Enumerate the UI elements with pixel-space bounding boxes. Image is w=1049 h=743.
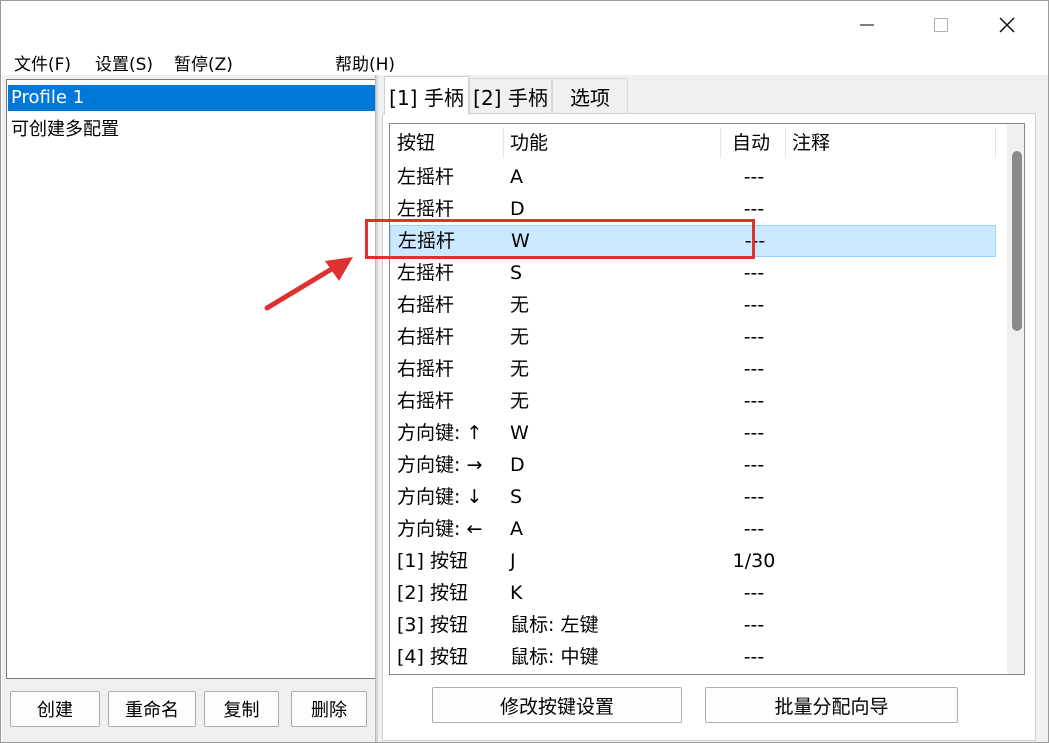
cell-function: 无 xyxy=(510,326,530,348)
cell-button: [4] 按钮 xyxy=(397,646,468,668)
cell-auto: --- xyxy=(743,390,765,412)
cell-button: [1] 按钮 xyxy=(397,550,468,572)
cell-function: J xyxy=(510,550,516,572)
cell-function: 无 xyxy=(510,390,530,412)
cell-function: A xyxy=(510,166,523,188)
batch-assign-wizard-button[interactable]: 批量分配向导 xyxy=(705,687,958,723)
cell-function: 鼠标: 中键 xyxy=(510,646,599,668)
panel-splitter[interactable] xyxy=(375,75,378,742)
annotation-highlight-box xyxy=(365,219,755,259)
cell-auto: --- xyxy=(743,326,765,348)
column-header-auto[interactable]: 自动 xyxy=(725,124,785,162)
cell-button: 方向键: ↓ xyxy=(397,486,483,508)
menu-pause[interactable]: 暂停(Z) xyxy=(174,50,233,75)
cell-function: 无 xyxy=(510,294,530,316)
table-header: 按钮 功能 自动 注释 xyxy=(390,124,996,162)
table-row[interactable]: 方向键: → D --- xyxy=(390,449,996,481)
cell-function: K xyxy=(510,582,523,604)
cell-auto: --- xyxy=(743,454,765,476)
table-row[interactable]: [2] 按钮 K --- xyxy=(390,577,996,609)
profile-list[interactable]: Profile 1 可创建多配置 xyxy=(6,79,377,679)
column-header-function[interactable]: 功能 xyxy=(503,124,720,162)
copy-profile-button[interactable]: 复制 xyxy=(204,691,279,727)
cell-button: [2] 按钮 xyxy=(397,582,468,604)
modify-key-settings-button[interactable]: 修改按键设置 xyxy=(432,687,682,723)
table-row[interactable]: 右摇杆 无 --- xyxy=(390,353,996,385)
table-row[interactable]: 左摇杆 S --- xyxy=(390,257,996,289)
table-row[interactable]: [3] 按钮 鼠标: 左键 --- xyxy=(390,609,996,641)
cell-auto: 1/30 xyxy=(732,550,776,572)
table-row[interactable]: 右摇杆 无 --- xyxy=(390,289,996,321)
profile-item[interactable]: Profile 1 xyxy=(8,85,375,111)
cell-function: S xyxy=(510,262,523,284)
cell-auto: --- xyxy=(743,486,765,508)
client-area: Profile 1 可创建多配置 创建 重命名 复制 删除 [1] 手柄 [2]… xyxy=(2,75,1048,742)
vertical-scrollbar[interactable] xyxy=(1007,123,1025,675)
table-row[interactable]: 右摇杆 无 --- xyxy=(390,385,996,417)
create-profile-button[interactable]: 创建 xyxy=(10,691,100,727)
cell-function: D xyxy=(510,454,525,476)
close-button[interactable] xyxy=(977,5,1037,45)
cell-function: 无 xyxy=(510,358,530,380)
cell-auto: --- xyxy=(743,358,765,380)
cell-button: 左摇杆 xyxy=(397,262,455,284)
cell-button: 方向键: ← xyxy=(397,518,483,540)
menu-settings[interactable]: 设置(S) xyxy=(95,50,153,75)
cell-auto: --- xyxy=(743,646,765,668)
cell-auto: --- xyxy=(743,582,765,604)
tab-pane: 按钮 功能 自动 注释 左摇杆 A --- 左摇杆 D --- 左摇杆 W --… xyxy=(382,113,1036,741)
cell-auto: --- xyxy=(743,294,765,316)
close-icon xyxy=(999,17,1015,33)
menu-bar: 文件(F) 设置(S) 暂停(Z) 帮助(H) xyxy=(1,47,1048,75)
minimize-icon xyxy=(860,24,874,26)
column-header-button[interactable]: 按钮 xyxy=(390,124,503,162)
cell-button: 左摇杆 xyxy=(397,166,455,188)
menu-help[interactable]: 帮助(H) xyxy=(335,50,395,75)
delete-profile-button[interactable]: 删除 xyxy=(291,691,367,727)
rename-profile-button[interactable]: 重命名 xyxy=(108,691,196,727)
cell-function: A xyxy=(510,518,523,540)
cell-function: W xyxy=(510,422,529,444)
scrollbar-thumb[interactable] xyxy=(1012,151,1022,331)
cell-auto: --- xyxy=(743,166,765,188)
minimize-button[interactable] xyxy=(837,5,897,45)
cell-button: [3] 按钮 xyxy=(397,614,468,636)
table-row[interactable]: 方向键: ← A --- xyxy=(390,513,996,545)
table-row[interactable]: 左摇杆 A --- xyxy=(390,161,996,193)
column-header-note[interactable]: 注释 xyxy=(785,124,995,162)
cell-auto: --- xyxy=(743,262,765,284)
annotation-arrow-icon xyxy=(264,257,353,311)
column-divider[interactable] xyxy=(720,128,721,158)
cell-button: 右摇杆 xyxy=(397,390,455,412)
cell-auto: --- xyxy=(743,614,765,636)
cell-button: 右摇杆 xyxy=(397,358,455,380)
cell-auto: --- xyxy=(743,518,765,540)
maximize-button[interactable] xyxy=(911,5,971,45)
profile-item[interactable]: 可创建多配置 xyxy=(8,117,375,143)
table-row[interactable]: 方向键: ↑ W --- xyxy=(390,417,996,449)
menu-file[interactable]: 文件(F) xyxy=(14,50,71,75)
title-bar xyxy=(1,1,1048,47)
app-window: 文件(F) 设置(S) 暂停(Z) 帮助(H) Profile 1 可创建多配置… xyxy=(0,0,1049,743)
cell-function: 鼠标: 左键 xyxy=(510,614,599,636)
table-row[interactable]: [4] 按钮 鼠标: 中键 --- xyxy=(390,641,996,673)
tab-controller-1[interactable]: [1] 手柄 xyxy=(384,76,469,115)
table-row[interactable]: 方向键: ↓ S --- xyxy=(390,481,996,513)
cell-button: 方向键: ↑ xyxy=(397,422,483,444)
maximize-icon xyxy=(934,18,948,32)
cell-button: 右摇杆 xyxy=(397,326,455,348)
cell-button: 方向键: → xyxy=(397,454,483,476)
tab-options[interactable]: 选项 xyxy=(552,78,628,114)
table-row[interactable]: [1] 按钮 J 1/30 xyxy=(390,545,996,577)
tab-controller-2[interactable]: [2] 手柄 xyxy=(469,78,552,114)
cell-function: S xyxy=(510,486,523,508)
table-row[interactable]: 右摇杆 无 --- xyxy=(390,321,996,353)
cell-button: 右摇杆 xyxy=(397,294,455,316)
column-divider[interactable] xyxy=(995,128,996,158)
mapping-table[interactable]: 按钮 功能 自动 注释 左摇杆 A --- 左摇杆 D --- 左摇杆 W --… xyxy=(389,123,1013,675)
cell-auto: --- xyxy=(743,422,765,444)
